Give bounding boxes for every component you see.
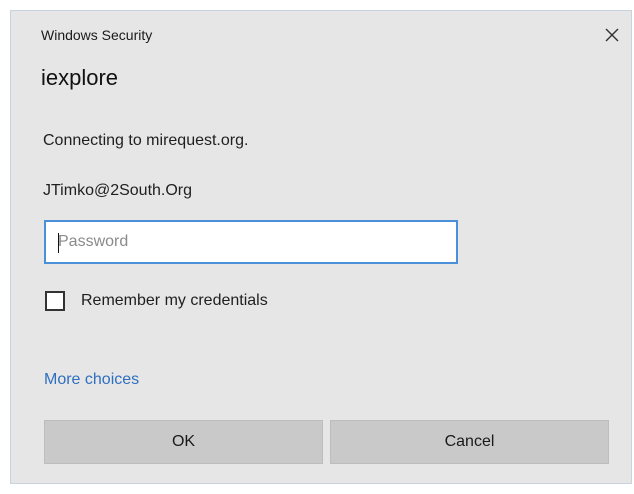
- username-label: JTimko@2South.Org: [43, 182, 193, 199]
- cancel-button-label: Cancel: [444, 433, 495, 450]
- connection-message: Connecting to mirequest.org.: [43, 132, 249, 149]
- window-title: Windows Security: [41, 27, 153, 43]
- windows-security-dialog: Windows Security iexplore Connecting to …: [10, 10, 632, 484]
- remember-credentials-label[interactable]: Remember my credentials: [81, 292, 268, 310]
- password-input[interactable]: [46, 222, 456, 262]
- text-caret: [58, 233, 59, 253]
- remember-credentials-row[interactable]: Remember my credentials: [45, 287, 268, 315]
- close-button[interactable]: [600, 23, 624, 47]
- more-choices-link[interactable]: More choices: [44, 371, 139, 389]
- ok-button-label: OK: [171, 433, 196, 450]
- app-title: iexplore: [41, 65, 119, 90]
- remember-credentials-checkbox[interactable]: [45, 291, 65, 311]
- password-field[interactable]: [44, 220, 458, 264]
- ok-button[interactable]: OK: [44, 420, 323, 464]
- cancel-button[interactable]: Cancel: [330, 420, 609, 464]
- close-icon: [605, 28, 619, 42]
